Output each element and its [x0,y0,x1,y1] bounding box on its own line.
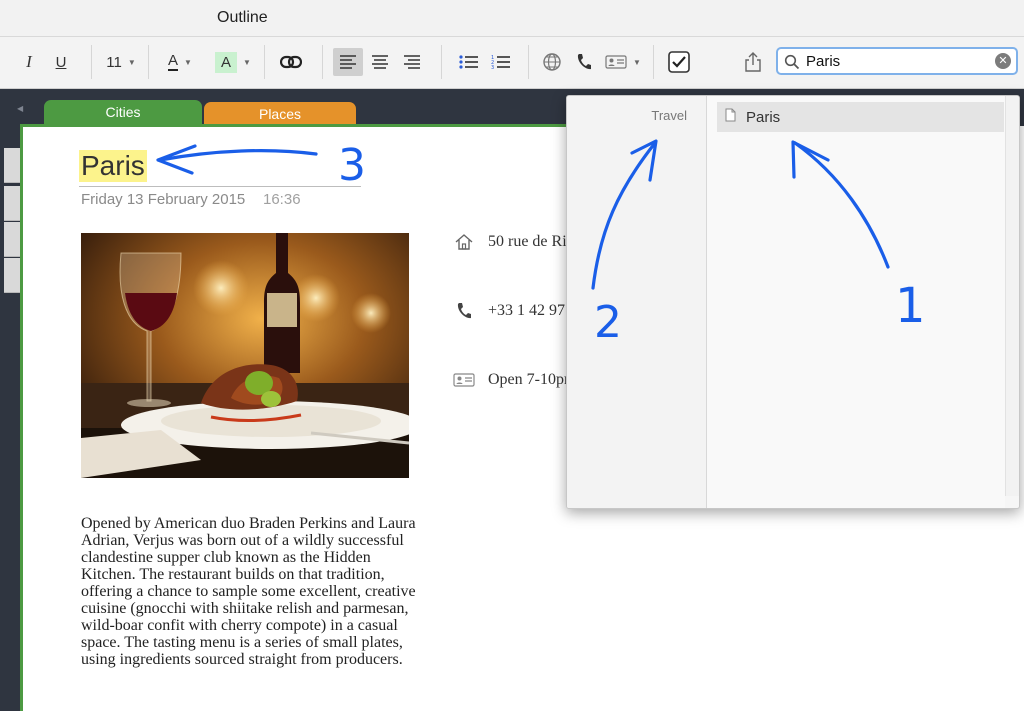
font-size-value: 11 [106,53,122,71]
title-divider [79,186,361,187]
note-title[interactable]: Paris [79,150,147,182]
scroll-left-icon[interactable]: ◀ [17,104,23,113]
clear-search-icon[interactable]: ✕ [995,53,1011,69]
chevron-down-icon: ▼ [633,57,641,67]
tab-places[interactable]: Places [204,102,356,126]
title-bar: Outline [0,0,1024,37]
phone-icon[interactable] [572,48,596,76]
numbered-list-icon[interactable]: 123 [488,48,514,76]
share-icon[interactable] [741,48,765,76]
svg-text:3: 3 [491,65,494,69]
popover-scrollbar[interactable] [1005,96,1019,496]
align-right-icon[interactable] [398,48,426,76]
checkbox-icon[interactable] [664,48,694,76]
toolbar-divider [528,45,529,79]
notebook-travel[interactable]: Travel [567,108,687,123]
toolbar-divider [148,45,149,79]
home-icon [452,233,476,251]
document-icon [725,108,736,126]
search-icon [784,54,800,75]
note-body-text[interactable]: Opened by American duo Braden Perkins an… [81,515,426,668]
search-box: ✕ [776,47,1018,75]
globe-link-icon[interactable] [539,48,565,76]
chevron-down-icon: ▼ [243,57,251,67]
sidebar-item[interactable] [4,222,20,257]
toolbar-divider [91,45,92,79]
bullet-list-icon[interactable] [456,48,482,76]
highlight-label: A [215,51,238,73]
align-center-icon[interactable] [366,48,394,76]
underline-button[interactable]: U [50,48,72,76]
text-color-label: A [168,52,179,71]
italic-button[interactable]: I [18,48,40,76]
search-results-popover: Travel Paris [566,95,1020,509]
sidebar-item[interactable] [4,258,20,293]
note-time: 16:36 [263,191,301,208]
sidebar-item[interactable] [4,186,20,221]
toolbar-divider [653,45,654,79]
results-column: Paris [707,96,1005,508]
link-icon[interactable] [278,48,304,76]
toolbar-divider [322,45,323,79]
font-size-select[interactable]: 11 ▼ [100,48,142,76]
phone-icon [452,302,476,320]
chevron-down-icon: ▼ [184,57,192,67]
contact-card-button[interactable]: ▼ [600,48,646,76]
toolbar-divider [264,45,265,79]
highlight-color-button[interactable]: A ▼ [210,48,256,76]
align-left-icon[interactable] [333,48,363,76]
sidebar-collapsed [0,126,20,711]
chevron-down-icon: ▼ [127,57,136,67]
restaurant-photo[interactable] [81,233,409,478]
search-result-label: Paris [746,108,781,126]
contact-card-icon [452,373,476,387]
text-color-button[interactable]: A ▼ [158,48,202,76]
search-result-item[interactable]: Paris [717,102,1004,132]
note-date: Friday 13 February 2015 [81,191,246,208]
notebook-column: Travel [567,96,707,508]
search-input[interactable] [806,52,986,70]
sidebar-item[interactable] [4,148,20,183]
toolbar-divider [441,45,442,79]
tab-cities[interactable]: Cities [44,100,202,126]
window-title: Outline [217,9,268,26]
